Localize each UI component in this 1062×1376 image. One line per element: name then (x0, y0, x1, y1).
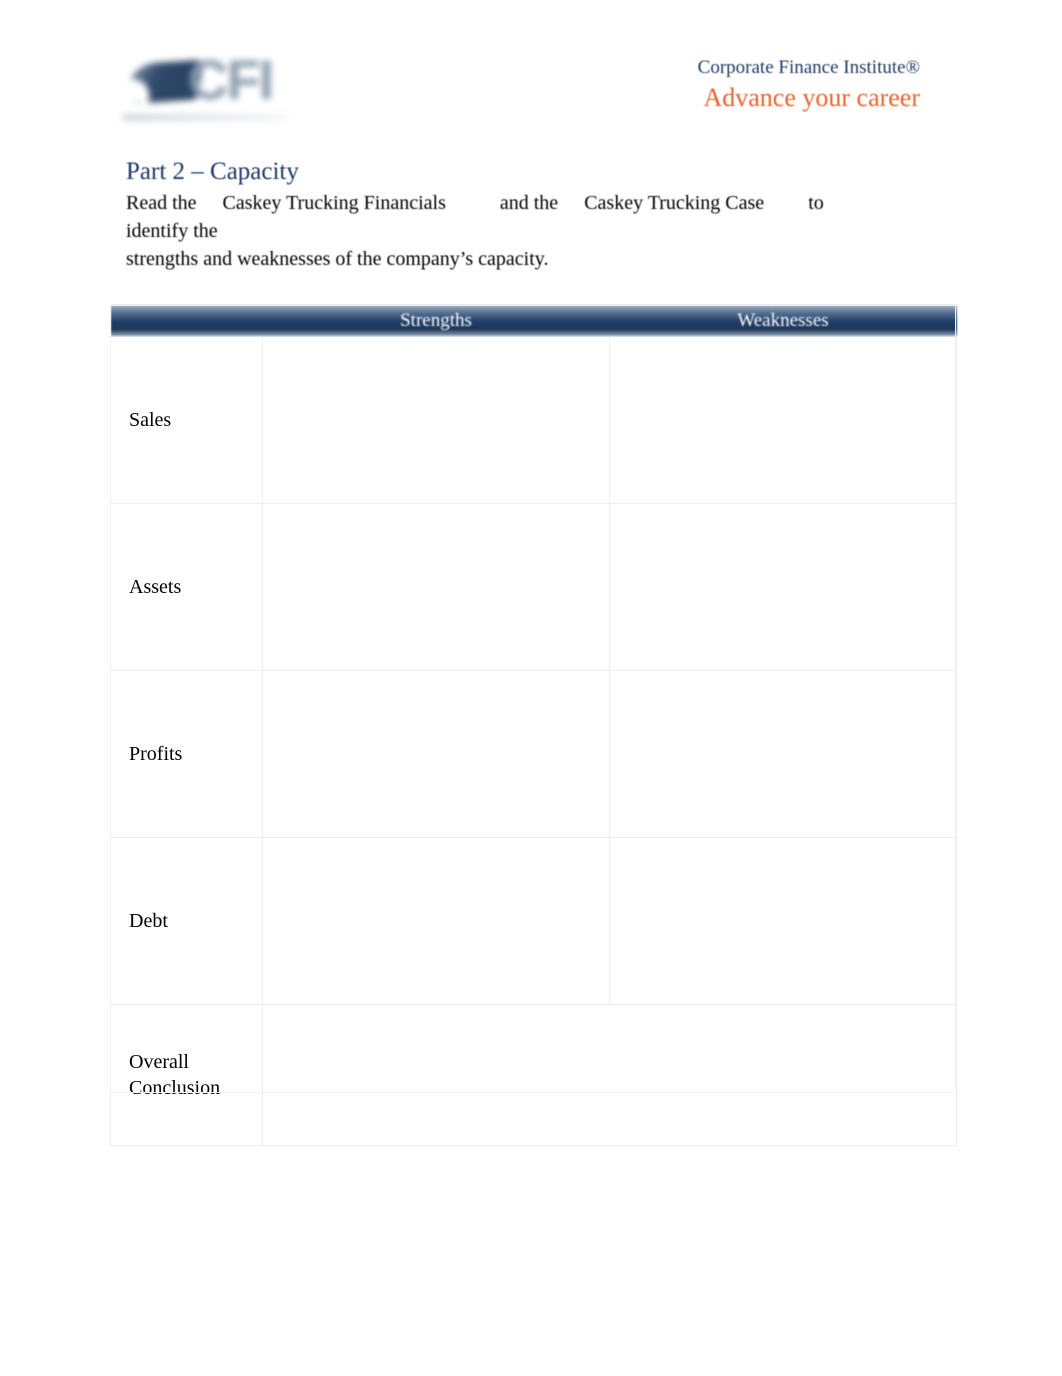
row-label-debt: Debt (110, 837, 263, 1005)
table-header-row: Strengths Weaknesses (110, 305, 957, 337)
page-header: CFI Corporate Finance Institute® Advance… (0, 0, 1062, 150)
cell-assets-strengths[interactable] (262, 503, 610, 671)
cell-overall-conclusion[interactable] (262, 1004, 957, 1146)
capacity-matrix-table: Strengths Weaknesses Sales Assets Profit… (110, 305, 957, 1146)
cell-sales-weaknesses[interactable] (609, 336, 957, 504)
cell-assets-weaknesses[interactable] (609, 503, 957, 671)
cell-profits-strengths[interactable] (262, 670, 610, 838)
section-intro: Read the Caskey Trucking Financials and th… (126, 189, 886, 273)
table-row: Profits (110, 670, 957, 838)
column-header-strengths: Strengths (262, 305, 610, 337)
row-label-assets: Assets (110, 503, 263, 671)
row-label-profits: Profits (110, 670, 263, 838)
cfi-logo: CFI (118, 42, 298, 134)
intro-lead: Read the (126, 192, 197, 214)
column-header-row-label (110, 305, 263, 337)
table-row: Overall Conclusion (110, 1004, 957, 1146)
brand-block: Corporate Finance Institute® Advance you… (698, 56, 920, 114)
intro-doc-two: Caskey Trucking Case (584, 192, 765, 214)
intro-doc-one: Caskey Trucking Financials (222, 192, 446, 214)
cell-debt-weaknesses[interactable] (609, 837, 957, 1005)
brand-name: Corporate Finance Institute® (697, 57, 920, 78)
intro-line-two: strengths and weaknesses of the company’… (126, 248, 549, 270)
cell-debt-strengths[interactable] (262, 837, 610, 1005)
table-row: Sales (110, 336, 957, 504)
cell-profits-weaknesses[interactable] (609, 670, 957, 838)
cfi-logo-underline (122, 114, 288, 121)
column-header-weaknesses: Weaknesses (609, 305, 957, 337)
table-row: Debt (110, 837, 957, 1005)
table-row: Assets (110, 503, 957, 671)
page-title: Part 2 – Capacity (126, 158, 299, 185)
row-label-overall-conclusion: Overall Conclusion (110, 1004, 263, 1146)
cell-sales-strengths[interactable] (262, 336, 610, 504)
cfi-logo-artwork: CFI (118, 42, 298, 134)
row-label-sales: Sales (110, 336, 263, 504)
intro-connector: and the (499, 192, 559, 214)
brand-tagline: Advance your career (703, 83, 920, 112)
cfi-logo-letters: CFI (188, 48, 274, 111)
